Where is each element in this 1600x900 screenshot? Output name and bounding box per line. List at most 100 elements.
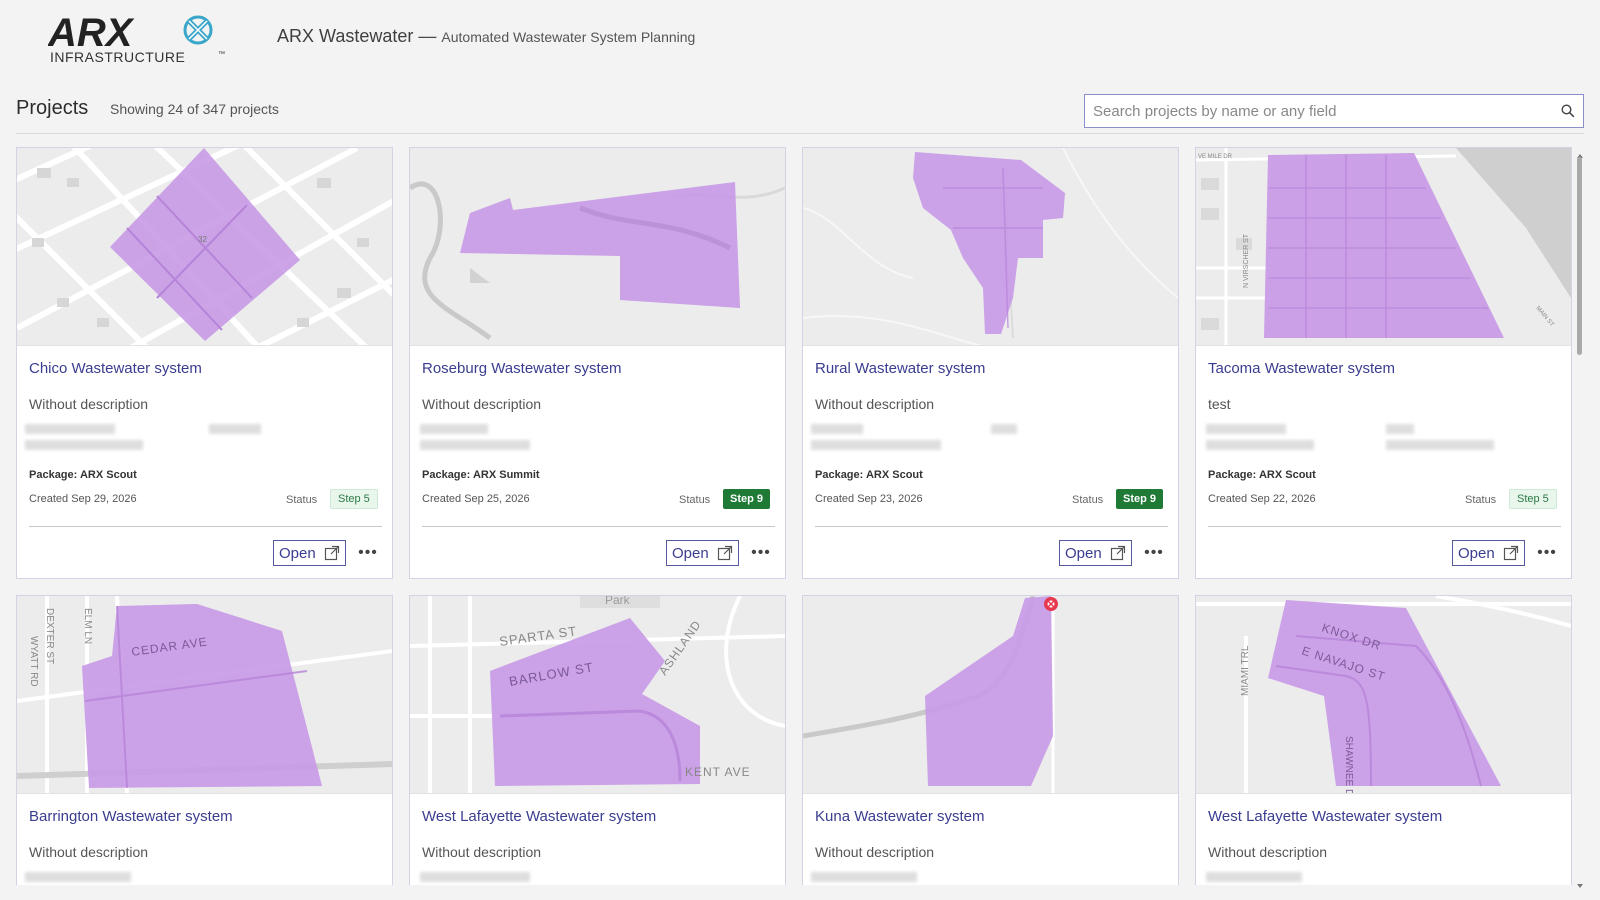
project-card[interactable]: N VIRSCHER ST VE MILE DR MAIN ST Tacoma … — [1195, 147, 1572, 579]
project-package: Package: ARX Scout — [1208, 469, 1316, 481]
project-map-thumbnail[interactable]: CEDAR AVE DEXTER ST ELM LN WYATT RD — [17, 596, 392, 794]
project-count: Showing 24 of 347 projects — [110, 101, 279, 117]
project-description: Without description — [1208, 844, 1328, 860]
project-title[interactable]: West Lafayette Wastewater system — [1208, 808, 1442, 825]
project-description: Without description — [422, 844, 542, 860]
open-project-button[interactable]: Open — [1059, 540, 1132, 566]
status-label: Status — [1465, 494, 1497, 506]
toolbar-divider — [16, 133, 1584, 134]
svg-text:SHAWNEE DR: SHAWNEE DR — [1343, 736, 1354, 794]
redacted-field — [25, 440, 143, 450]
app-name: ARX Wastewater — [277, 26, 414, 46]
project-title[interactable]: Kuna Wastewater system — [815, 808, 985, 825]
scroll-up-icon[interactable] — [1576, 147, 1584, 158]
project-map-thumbnail[interactable]: KNOX DR E NAVAJO ST MIAMI TRL SHAWNEE DR — [1196, 596, 1571, 794]
more-options-icon[interactable]: ••• — [1536, 542, 1558, 564]
status-badge: Step 5 — [330, 489, 378, 509]
project-title[interactable]: Barrington Wastewater system — [29, 808, 233, 825]
project-description: Without description — [815, 396, 935, 412]
project-package: Package: ARX Scout — [29, 469, 137, 481]
redacted-field — [209, 424, 261, 434]
redacted-field — [420, 872, 530, 882]
project-grid: 32 Chico Wastewater system Without descr… — [16, 147, 1574, 885]
project-created-date: Created Sep 25, 2026 — [422, 493, 530, 505]
svg-text:WYATT RD: WYATT RD — [28, 636, 39, 687]
project-title[interactable]: Roseburg Wastewater system — [422, 360, 622, 377]
external-link-icon — [717, 545, 733, 565]
app-header: ARX INFRASTRUCTURE ™ ARX Wastewater — Au… — [0, 0, 1600, 80]
arx-logo[interactable]: ARX INFRASTRUCTURE ™ — [48, 12, 228, 68]
project-card[interactable]: Kuna Wastewater system Without descripti… — [802, 595, 1179, 885]
projects-toolbar: Projects Showing 24 of 347 projects — [16, 92, 1584, 132]
svg-text:MIAMI TRL: MIAMI TRL — [1240, 645, 1251, 696]
search-input[interactable] — [1085, 96, 1553, 126]
app-title: ARX Wastewater — Automated Wastewater Sy… — [277, 26, 696, 46]
project-card[interactable]: CEDAR AVE DEXTER ST ELM LN WYATT RD Barr… — [16, 595, 393, 885]
external-link-icon — [324, 545, 340, 565]
project-card[interactable]: 32 Chico Wastewater system Without descr… — [16, 147, 393, 579]
project-map-thumbnail[interactable] — [803, 148, 1178, 346]
redacted-field — [811, 872, 917, 882]
external-link-icon — [1503, 545, 1519, 565]
project-card[interactable]: Park SPARTA ST BARLOW ST ASHLAND KENT AV… — [409, 595, 786, 885]
logo-mark-icon — [183, 15, 213, 45]
more-options-icon[interactable]: ••• — [357, 542, 379, 564]
search-box[interactable] — [1084, 94, 1584, 128]
project-map-thumbnail[interactable] — [803, 596, 1178, 794]
status-badge: Step 5 — [1509, 489, 1557, 509]
status-badge: Step 9 — [1116, 489, 1164, 509]
scroll-thumb[interactable] — [1577, 157, 1582, 355]
scroll-down-icon[interactable] — [1576, 877, 1584, 888]
project-card[interactable]: Rural Wastewater system Without descript… — [802, 147, 1179, 579]
svg-text:Park: Park — [605, 596, 631, 607]
project-map-thumbnail[interactable]: 32 — [17, 148, 392, 346]
open-project-button[interactable]: Open — [273, 540, 346, 566]
redacted-field — [1206, 872, 1302, 882]
project-title[interactable]: Rural Wastewater system — [815, 360, 985, 377]
page-title: Projects — [16, 97, 89, 119]
svg-text:™: ™ — [218, 51, 225, 58]
redacted-field — [420, 424, 488, 434]
svg-text:N VIRSCHER ST: N VIRSCHER ST — [1243, 233, 1250, 288]
svg-text:32: 32 — [198, 235, 207, 244]
redacted-field — [1206, 440, 1314, 450]
card-divider — [815, 526, 1168, 527]
project-title[interactable]: Chico Wastewater system — [29, 360, 202, 377]
project-description: Without description — [29, 396, 149, 412]
project-title[interactable]: West Lafayette Wastewater system — [422, 808, 656, 825]
location-pin-icon — [1044, 597, 1058, 611]
grid-scrollbar[interactable] — [1576, 147, 1584, 888]
project-description: Without description — [29, 844, 149, 860]
more-options-icon[interactable]: ••• — [750, 542, 772, 564]
project-created-date: Created Sep 29, 2026 — [29, 493, 137, 505]
search-icon[interactable] — [1553, 96, 1583, 126]
project-map-thumbnail[interactable]: N VIRSCHER ST VE MILE DR MAIN ST — [1196, 148, 1571, 346]
svg-text:ELM LN: ELM LN — [82, 608, 93, 644]
svg-text:DEXTER ST: DEXTER ST — [44, 608, 55, 664]
redacted-field — [811, 440, 941, 450]
project-map-thumbnail[interactable] — [410, 148, 785, 346]
project-description: test — [1208, 396, 1231, 412]
svg-text:VE MILE DR: VE MILE DR — [1198, 154, 1233, 160]
project-map-thumbnail[interactable]: Park SPARTA ST BARLOW ST ASHLAND KENT AV… — [410, 596, 785, 794]
open-project-button[interactable]: Open — [1452, 540, 1525, 566]
status-label: Status — [286, 494, 318, 506]
redacted-field — [25, 424, 115, 434]
redacted-field — [1386, 440, 1494, 450]
logo-subtext: INFRASTRUCTURE — [50, 49, 185, 65]
status-label: Status — [679, 494, 711, 506]
app-subtitle: Automated Wastewater System Planning — [441, 29, 696, 45]
status-badge: Step 9 — [723, 489, 771, 509]
project-created-date: Created Sep 22, 2026 — [1208, 493, 1316, 505]
project-card[interactable]: KNOX DR E NAVAJO ST MIAMI TRL SHAWNEE DR… — [1195, 595, 1572, 885]
card-divider — [29, 526, 382, 527]
open-project-button[interactable]: Open — [666, 540, 739, 566]
project-created-date: Created Sep 23, 2026 — [815, 493, 923, 505]
card-divider — [1208, 526, 1561, 527]
project-description: Without description — [815, 844, 935, 860]
project-title[interactable]: Tacoma Wastewater system — [1208, 360, 1395, 377]
project-package: Package: ARX Summit — [422, 469, 540, 481]
more-options-icon[interactable]: ••• — [1143, 542, 1165, 564]
card-divider — [422, 526, 775, 527]
project-card[interactable]: Roseburg Wastewater system Without descr… — [409, 147, 786, 579]
